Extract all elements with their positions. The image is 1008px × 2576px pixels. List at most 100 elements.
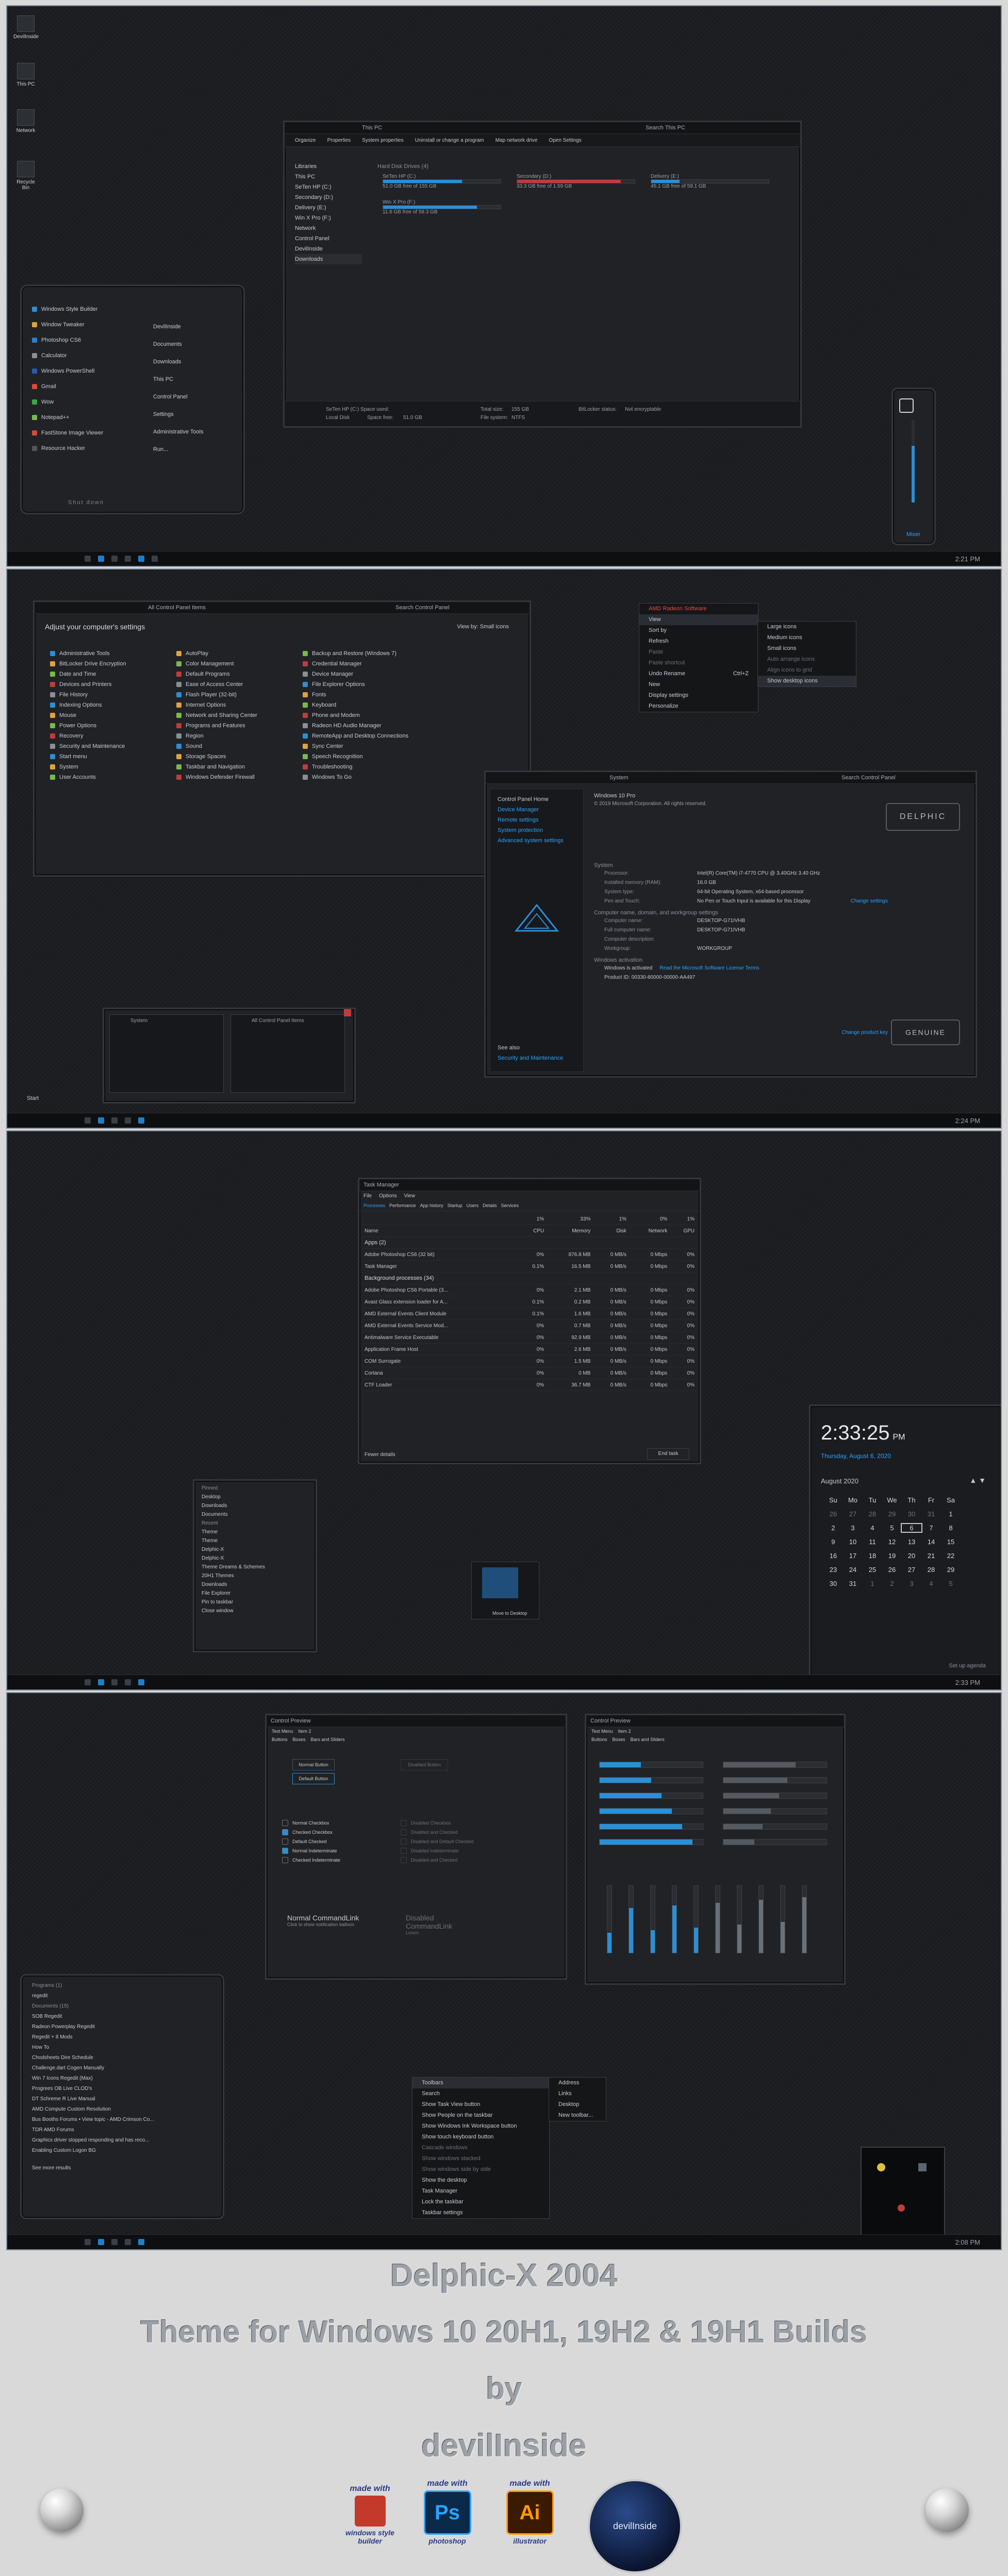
agenda-link[interactable]: Set up agenda: [949, 1663, 986, 1669]
checkbox[interactable]: Disabled and Default Checked: [401, 1837, 514, 1846]
jump-recent-item[interactable]: Delphic-X: [202, 1545, 305, 1554]
vertical-slider[interactable]: [607, 1885, 612, 1953]
cp-item[interactable]: Security and Maintenance: [50, 741, 169, 751]
menu-item-view[interactable]: View: [639, 614, 758, 625]
cp-item[interactable]: File History: [50, 690, 169, 700]
taskbar-menu-item[interactable]: Toolbars: [412, 2078, 549, 2088]
calendar-day[interactable]: 29: [882, 1510, 902, 1518]
search-input[interactable]: Search This PC: [646, 122, 685, 133]
start-place[interactable]: This PC: [153, 371, 230, 388]
mixer-link[interactable]: Mixer: [906, 531, 920, 538]
change-product-key-link[interactable]: Change product key: [841, 1030, 888, 1035]
license-link[interactable]: Read the Microsoft Software License Term…: [659, 965, 759, 971]
calendar-day[interactable]: 26: [823, 1510, 843, 1518]
taskbar-menu-item[interactable]: Show the desktop: [412, 2175, 549, 2186]
volume-slider[interactable]: [912, 420, 915, 503]
disabled-button[interactable]: Disabled Button: [401, 1759, 448, 1770]
cp-item[interactable]: Power Options: [50, 721, 169, 731]
calendar-day[interactable]: 22: [941, 1552, 961, 1560]
calendar-day[interactable]: 20: [902, 1552, 921, 1560]
thumbnail-control-panel[interactable]: All Control Panel Items: [230, 1014, 345, 1093]
checkbox[interactable]: Normal Indeterminate: [282, 1846, 395, 1855]
cp-item[interactable]: Windows To Go: [303, 772, 421, 782]
cp-item[interactable]: User Accounts: [50, 772, 169, 782]
cp-item[interactable]: Troubleshooting: [303, 762, 421, 772]
remote-settings-link[interactable]: Remote settings: [498, 815, 580, 825]
table-row[interactable]: AMD External Events Client Module 0.1% 1.6…: [362, 1308, 697, 1320]
drive-f[interactable]: Win X Pro (F:) 11.6 GB free of 59.3 GB: [383, 199, 501, 215]
taskbar-menu-item[interactable]: Cascade windows: [412, 2143, 549, 2153]
tm-header[interactable]: Disk: [592, 1225, 629, 1237]
app-icon[interactable]: [111, 556, 118, 562]
toolbar-submenu-item[interactable]: New toolbar...: [549, 2110, 606, 2121]
checkbox[interactable]: Disabled and Checked: [401, 1855, 514, 1865]
start-item[interactable]: Gmail: [32, 379, 135, 394]
cp-item[interactable]: BitLocker Drive Encryption: [50, 659, 169, 669]
app-icon[interactable]: [125, 1117, 131, 1124]
menu-options[interactable]: Options: [379, 1193, 396, 1199]
calendar-day[interactable]: 4: [863, 1524, 882, 1532]
vertical-slider[interactable]: [693, 1885, 699, 1953]
default-button[interactable]: Default Button: [292, 1773, 335, 1784]
calendar-day[interactable]: 2: [823, 1524, 843, 1532]
menu-item-small-icons[interactable]: Small icons: [758, 643, 856, 654]
table-row[interactable]: COM Surrogate 0% 1.5 MB 0 MB/s 0 Mbps 0%: [362, 1355, 697, 1367]
start-place[interactable]: Control Panel: [153, 388, 230, 406]
month-label[interactable]: August 2020: [821, 1477, 858, 1485]
start-place[interactable]: DevilInside: [153, 318, 230, 336]
virtual-desktop-thumb[interactable]: Move to Desktop: [471, 1562, 539, 1619]
taskbar-clock[interactable]: 2:24 PM: [955, 1117, 980, 1125]
cp-item[interactable]: Keyboard: [303, 700, 421, 710]
menu-item-new[interactable]: New: [639, 679, 758, 690]
checkbox[interactable]: Disabled and Checked: [401, 1828, 514, 1837]
app-icon[interactable]: [111, 1117, 118, 1124]
calendar-day[interactable]: 27: [843, 1510, 863, 1518]
jump-recent-item[interactable]: Theme Dreams & Schemes: [202, 1563, 305, 1571]
app-icon[interactable]: [138, 1117, 144, 1124]
cp-item[interactable]: Mouse: [50, 710, 169, 721]
tm-tab[interactable]: Startup: [448, 1203, 462, 1208]
menu-item-show-desktop-icons[interactable]: Show desktop icons: [758, 676, 856, 687]
tm-tab[interactable]: Services: [501, 1203, 519, 1208]
cp-item[interactable]: Start menu: [50, 751, 169, 762]
jump-recent-item[interactable]: Theme: [202, 1536, 305, 1545]
close-icon[interactable]: [344, 1009, 351, 1016]
menu-item-auto-arrange[interactable]: Auto arrange icons: [758, 654, 856, 665]
app-icon[interactable]: [138, 556, 144, 562]
table-row[interactable]: Avast Glass extension loader for A... 0.1…: [362, 1296, 697, 1308]
app-icon[interactable]: [85, 1117, 91, 1124]
jump-recent-item[interactable]: Delphic-X: [202, 1554, 305, 1563]
shutdown-button[interactable]: Shut down: [68, 499, 104, 506]
desktop-icon-recycle-bin[interactable]: Recycle Bin: [13, 161, 38, 191]
calendar-day[interactable]: 2: [882, 1580, 902, 1587]
calendar-day[interactable]: 23: [823, 1566, 843, 1574]
start-item[interactable]: Resource Hacker: [32, 441, 135, 456]
calendar-day[interactable]: 3: [843, 1524, 863, 1532]
disabled-commandlink[interactable]: Disabled CommandLink Lorem: [406, 1914, 468, 1935]
vertical-slider[interactable]: [650, 1885, 655, 1953]
nav-item[interactable]: DevilInside: [295, 244, 362, 254]
ribbon-open-settings[interactable]: Open Settings: [549, 138, 581, 143]
cp-item[interactable]: Device Manager: [303, 669, 421, 679]
cp-item[interactable]: Sound: [176, 741, 295, 751]
device-manager-link[interactable]: Device Manager: [498, 805, 580, 815]
cp-item[interactable]: Ease of Access Center: [176, 679, 295, 690]
start-item[interactable]: Calculator: [32, 348, 135, 363]
cp-item[interactable]: Windows Defender Firewall: [176, 772, 295, 782]
vertical-slider[interactable]: [629, 1885, 634, 1953]
menu-item-personalize[interactable]: Personalize: [639, 701, 758, 712]
nav-item[interactable]: Network: [295, 223, 362, 233]
start-place[interactable]: Run...: [153, 441, 230, 458]
table-row[interactable]: Antimalware Service Executable 0% 92.9 MB 0…: [362, 1331, 697, 1344]
cp-item[interactable]: Region: [176, 731, 295, 741]
normal-button[interactable]: Normal Button: [292, 1759, 335, 1770]
tm-tab[interactable]: Performance: [389, 1203, 416, 1208]
app-icon[interactable]: [152, 556, 158, 562]
ribbon-map-drive[interactable]: Map network drive: [495, 138, 538, 143]
change-settings-link[interactable]: Change settings: [851, 898, 888, 904]
menu-item-large-icons[interactable]: Large icons: [758, 622, 856, 632]
end-task-button[interactable]: End task: [647, 1448, 689, 1460]
jump-action[interactable]: Close window: [202, 1607, 305, 1615]
thumbnail-system[interactable]: System: [109, 1014, 224, 1093]
cp-item[interactable]: Credential Manager: [303, 659, 421, 669]
